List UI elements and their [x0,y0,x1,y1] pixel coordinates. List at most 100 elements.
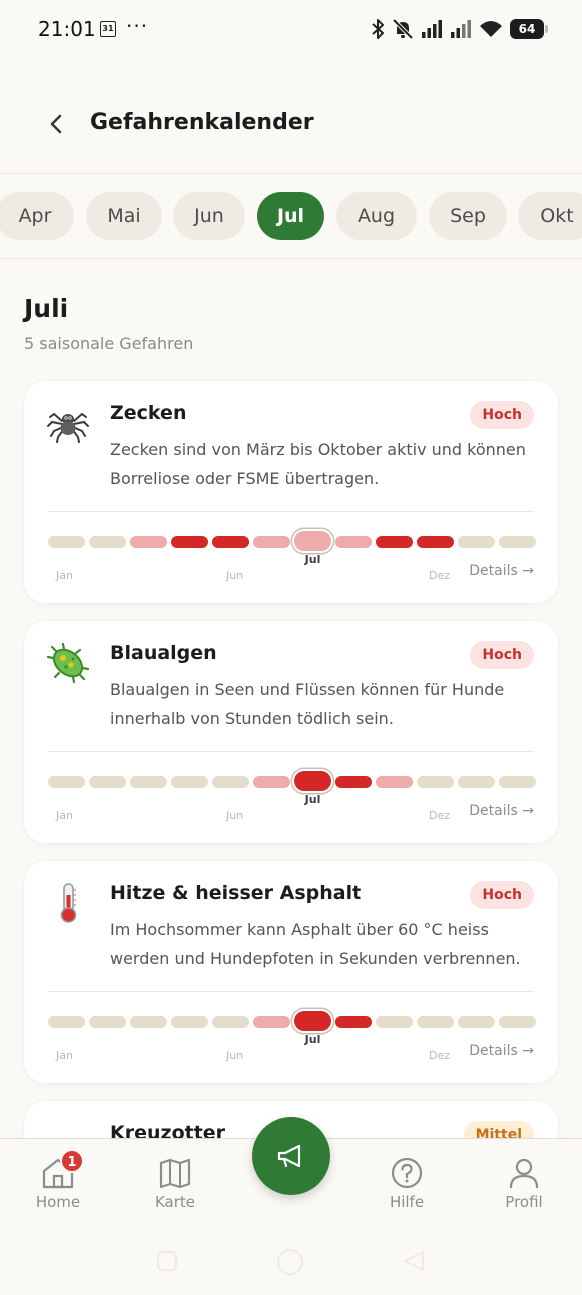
axis-label-end: Dez [429,809,451,822]
status-bar: 21:01 31 ··· 64 [0,0,582,60]
nav-hilfe[interactable]: Hilfe [367,1157,447,1211]
month-tab-jun[interactable]: Jun [173,192,245,240]
risk-segment-month-5 [212,536,249,548]
axis-label-end: Dez [429,569,451,582]
system-navigation [0,1240,582,1280]
bluetooth-icon [372,19,384,39]
battery-icon: 64 [510,19,548,39]
current-month-label: Jul [304,553,321,566]
hazard-description: Zecken sind von März bis Oktober aktiv u… [110,440,526,488]
risk-segment-month-3 [130,536,167,548]
signal-secondary-icon [451,20,471,38]
risk-segment-month-1 [48,776,85,788]
risk-segment-month-10 [417,536,454,548]
back-button[interactable] [40,108,72,140]
risk-segment-month-7 [294,1011,331,1031]
risk-segment-month-8 [335,536,372,548]
axis-label-end: Dez [429,1049,451,1062]
help-icon [391,1157,423,1189]
month-selector: Apr Mai Jun Jul Aug Sep Okt [0,175,582,259]
report-button[interactable] [252,1117,330,1195]
risk-segment-month-4 [171,536,208,548]
month-tab-okt[interactable]: Okt [518,192,582,240]
axis-label-mid: Jun [226,569,244,582]
severity-badge: Hoch [470,401,534,429]
risk-segment-month-2 [89,536,126,548]
details-link[interactable]: Details → [469,1043,534,1059]
nav-profil[interactable]: Profil [484,1157,564,1211]
risk-segment-month-10 [417,1016,454,1028]
risk-segment-month-2 [89,1016,126,1028]
risk-segment-month-4 [171,776,208,788]
risk-segment-month-6 [253,1016,290,1028]
wifi-icon [480,21,502,37]
hazard-card-blaualgen[interactable]: Blaualgen Hoch Blaualgen in Seen und Flü… [24,621,558,843]
divider [48,751,534,752]
risk-segment-month-11 [458,776,495,788]
month-tab-sep[interactable]: Sep [429,192,507,240]
risk-segment-month-11 [458,536,495,548]
back-gesture-icon[interactable] [402,1250,426,1272]
hazard-card-hitze[interactable]: Hitze & heisser Asphalt Hoch Im Hochsomm… [24,861,558,1083]
risk-segment-month-5 [212,1016,249,1028]
status-indicators: 64 [371,17,548,41]
risk-segment-month-1 [48,536,85,548]
more-notifications-icon: ··· [126,14,149,38]
risk-segment-month-5 [212,776,249,788]
recent-apps-icon[interactable] [156,1250,178,1272]
status-time: 21:01 [38,17,96,41]
risk-segment-month-6 [253,776,290,788]
risk-segment-month-12 [499,1016,536,1028]
thermometer-icon [44,879,92,927]
risk-segment-month-6 [253,536,290,548]
axis-label-start: Jan [56,809,73,822]
axis-label-start: Jan [56,569,73,582]
nav-home[interactable]: 1 Home [18,1149,98,1211]
details-link[interactable]: Details → [469,803,534,819]
hazard-description: Im Hochsommer kann Asphalt über 60 °C he… [110,920,521,968]
nav-label: Hilfe [389,1193,425,1211]
month-tab-aug[interactable]: Aug [336,192,417,240]
map-icon [159,1158,191,1189]
nav-label: Karte [154,1193,196,1211]
hazard-description: Blaualgen in Seen und Flüssen können für… [110,680,505,728]
month-tab-mai[interactable]: Mai [86,192,162,240]
risk-segment-month-3 [130,1016,167,1028]
risk-segment-month-9 [376,1016,413,1028]
risk-segment-month-9 [376,536,413,548]
profile-icon [509,1158,539,1189]
notification-badge: 1 [60,1149,84,1173]
hazard-title: Blaualgen [110,642,217,664]
axis-label-mid: Jun [226,1049,244,1062]
risk-segment-month-8 [335,1016,372,1028]
risk-segment-month-9 [376,776,413,788]
calendar-icon: 31 [100,21,116,37]
chevron-left-icon [50,114,62,134]
details-link[interactable]: Details → [469,563,534,579]
month-tab-apr[interactable]: Apr [0,192,74,240]
nav-karte[interactable]: Karte [135,1157,215,1211]
home-gesture-icon[interactable] [275,1247,305,1277]
microbe-icon [44,639,92,687]
axis-label-start: Jan [56,1049,73,1062]
hazard-card-zecken[interactable]: Zecken Hoch Zecken sind von März bis Okt… [24,381,558,603]
hazard-title: Zecken [110,402,187,424]
risk-segment-month-2 [89,776,126,788]
month-tab-jul[interactable]: Jul [257,192,324,240]
hazard-title: Hitze & heisser Asphalt [110,882,362,904]
current-month-label: Jul [304,1033,321,1046]
page-title: Gefahrenkalender [90,110,314,135]
severity-badge: Hoch [470,881,534,909]
current-month-label: Jul [304,793,321,806]
risk-segment-month-11 [458,1016,495,1028]
divider [48,991,534,992]
megaphone-icon [277,1144,301,1168]
signal-icon [422,20,442,38]
risk-timeline: Jul [48,771,536,806]
risk-segment-month-1 [48,1016,85,1028]
risk-segment-month-10 [417,776,454,788]
risk-timeline: Jul [48,1011,536,1046]
risk-segment-month-7 [294,531,331,551]
mute-icon [392,18,414,40]
nav-label: Profil [505,1193,543,1211]
